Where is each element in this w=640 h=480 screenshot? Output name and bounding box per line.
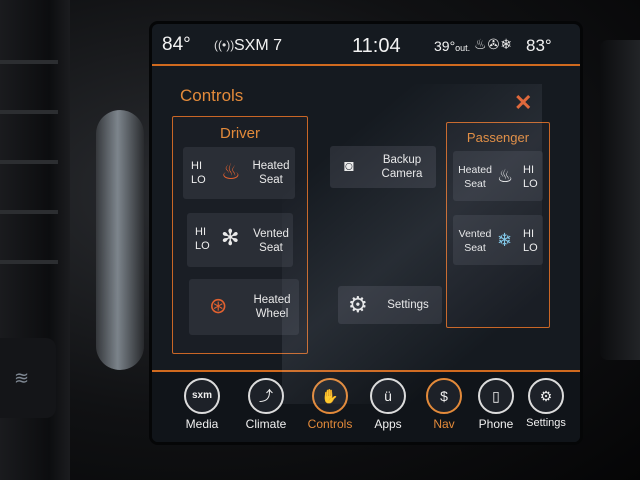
passenger-panel: Passenger Heated Seat ♨ HI LO Vented Sea… [446, 122, 550, 328]
interior-temp[interactable]: 84° [162, 34, 191, 56]
driver-heated-wheel-button[interactable]: ⊛ Heated Wheel [189, 279, 299, 335]
clock: 11:04 [352, 35, 401, 57]
vented-seat-label-1: Vented [253, 228, 289, 240]
vented-seat-label-2: Seat [464, 242, 486, 254]
nav-label: Climate [245, 417, 287, 431]
sxm-icon: sxm [184, 378, 220, 414]
passenger-temp[interactable]: 83° [526, 36, 552, 56]
vented-seat-label-1: Vented [458, 228, 492, 240]
controls-settings-button[interactable]: ⚙ Settings [338, 286, 442, 324]
driver-heated-seat-button[interactable]: HI LO ♨ Heated Seat [183, 147, 295, 199]
lo-label: LO [523, 242, 538, 254]
nav-apps[interactable]: ü Apps [358, 378, 418, 431]
close-button[interactable]: ✕ [514, 90, 532, 116]
vent-knob [96, 110, 144, 370]
vented-seat-icon: ✻ [221, 225, 240, 250]
driver-title: Driver [220, 125, 260, 142]
camera-icon: ◙ [344, 158, 354, 175]
backup-camera-label-2: Camera [381, 168, 423, 180]
heated-wheel-label-2: Wheel [255, 308, 289, 320]
radio-station[interactable]: SXM 7 [234, 37, 282, 55]
heated-seat-status-icon: ♨ [474, 36, 488, 52]
heated-seat-label-1: Heated [458, 164, 492, 176]
nav-label: Apps [374, 417, 402, 431]
nav-climate[interactable]: ⤴ Climate [236, 378, 296, 431]
nav-icon: $ [426, 378, 462, 414]
nav-controls[interactable]: ✋ Controls [300, 378, 360, 431]
hi-label: HI [191, 160, 202, 172]
controls-icon: ✋ [312, 378, 348, 414]
settings-label: Settings [387, 299, 429, 311]
fan-status-icon: ✇ [487, 36, 501, 52]
passenger-title: Passenger [466, 130, 530, 145]
passenger-heated-seat-button[interactable]: Heated Seat ♨ HI LO [453, 151, 543, 201]
vented-seat-label-2: Seat [259, 242, 283, 254]
driver-vented-seat-button[interactable]: HI LO ✻ Vented Seat [187, 213, 293, 267]
vented-seat-status-icon: ❄ [500, 36, 514, 52]
heated-seat-label-1: Heated [252, 160, 290, 172]
nav-label: Controls [307, 417, 353, 431]
backup-camera-label-1: Backup [382, 154, 422, 166]
page-title: Controls [180, 86, 244, 105]
climate-icon: ⤴ [248, 378, 284, 414]
vented-seat-icon: ❄ [497, 230, 513, 250]
nav-media[interactable]: sxm Media [172, 378, 232, 431]
nav-label: Media [185, 417, 219, 431]
heated-seat-icon: ♨ [221, 159, 241, 184]
seat-status-icons: ♨✇❄ [474, 36, 513, 53]
lo-label: LO [191, 174, 206, 186]
backup-camera-button[interactable]: ◙ Backup Camera [330, 146, 436, 188]
nav-label: Settings [526, 417, 566, 429]
right-air-vent [600, 40, 640, 360]
status-bar: 84° ((•)) SXM 7 11:04 39°out. ♨✇❄ 83° [152, 24, 580, 66]
nav-nav[interactable]: $ Nav [414, 378, 474, 431]
defrost-button[interactable]: ≋ [0, 338, 56, 418]
heated-seat-label-2: Seat [259, 174, 283, 186]
passenger-vented-seat-button[interactable]: Vented Seat ❄ HI LO [453, 215, 543, 265]
hi-label: HI [523, 164, 534, 176]
outside-temp-label: out. [455, 43, 471, 53]
nav-settings[interactable]: ⚙ Settings [516, 378, 576, 429]
phone-icon: ▯ [478, 378, 514, 414]
hi-label: HI [195, 226, 206, 238]
gear-icon: ⚙ [348, 292, 368, 317]
hi-label: HI [523, 228, 534, 240]
outside-temp-value: 39° [434, 38, 456, 54]
heated-wheel-icon: ⊛ [209, 293, 228, 318]
heated-seat-icon: ♨ [497, 166, 514, 186]
gear-icon: ⚙ [528, 378, 564, 414]
lo-label: LO [523, 178, 538, 190]
heated-seat-label-2: Seat [464, 178, 486, 190]
infotainment-screen: 84° ((•)) SXM 7 11:04 39°out. ♨✇❄ 83° Co… [152, 24, 580, 442]
lo-label: LO [195, 240, 210, 252]
nav-label: Nav [433, 417, 455, 431]
driver-panel: Driver HI LO ♨ Heated Seat HI LO ✻ Vente… [172, 116, 308, 354]
outside-temp: 39°out. [434, 38, 470, 54]
heated-wheel-label-1: Heated [253, 294, 291, 306]
apps-icon: ü [370, 378, 406, 414]
bottom-nav-bar: sxm Media ⤴ Climate ✋ Controls ü Apps $ … [152, 370, 580, 442]
radio-signal-icon: ((•)) [214, 38, 235, 52]
defrost-icon: ≋ [14, 368, 30, 388]
